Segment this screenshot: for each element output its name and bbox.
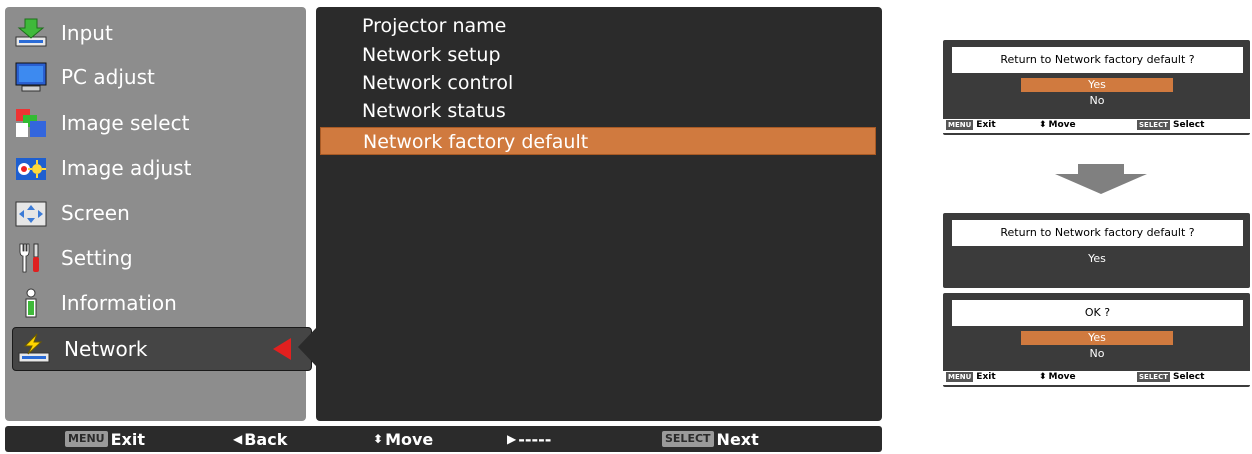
setting-icon [13,240,49,276]
menu-item-label: Screen [61,201,130,225]
menu-item-image-adjust[interactable]: Image adjust [10,148,304,188]
up-down-arrow-icon: ⬍ [373,432,384,446]
pc-adjust-icon [13,59,49,95]
submenu-item-projector-name[interactable]: Projector name [362,12,506,40]
next-label: Next [716,429,759,449]
menu-item-screen[interactable]: Screen [10,193,304,233]
dialog-footer: MENU Exit ⬍ Move SELECT Select [943,119,1250,133]
footer-exit[interactable]: MENU Exit [946,120,996,130]
submenu-panel: Projector name Network setup Network con… [316,7,882,421]
exit-label: Exit [110,429,145,449]
dialog-title: Return to Network factory default ? [952,47,1243,73]
yes-option[interactable]: Yes [1021,331,1173,345]
submenu-item-network-factory-default[interactable]: Network factory default [320,127,876,155]
submenu-item-network-control[interactable]: Network control [362,69,513,97]
up-down-arrow-icon: ⬍ [1039,372,1047,382]
back-label: Back [244,429,288,449]
move-label: Move [385,429,434,449]
input-icon [13,15,49,51]
next-hint[interactable]: SELECT Next [662,429,759,449]
footer-move-label: Move [1048,120,1076,130]
submenu-item-network-status[interactable]: Network status [362,97,506,125]
image-select-icon [13,105,49,141]
move-hint: ⬍ Move [373,429,433,449]
back-hint[interactable]: ◀ Back [233,429,287,449]
menu-key-icon: MENU [946,120,974,130]
menu-item-label: Image adjust [61,156,192,180]
footer-exit-label: Exit [976,372,996,382]
footer-exit[interactable]: MENU Exit [946,372,996,382]
menu-key-icon: MENU [65,431,108,447]
ok-dialog: OK ? Yes No MENU Exit ⬍ Move SELECT Select [943,293,1250,387]
menu-item-label: Input [61,21,113,45]
select-key-icon: SELECT [1137,120,1170,130]
confirmed-dialog: Return to Network factory default ? Yes [943,213,1250,288]
footer-exit-label: Exit [976,120,996,130]
menu-item-pc-adjust[interactable]: PC adjust [10,57,304,97]
main-menu-panel: Input PC adjust Image select Image adjus… [5,7,312,421]
submenu-pointer-icon [298,328,316,366]
yes-option[interactable]: Yes [1021,78,1173,92]
menu-item-label: PC adjust [61,65,155,89]
select-key-icon: SELECT [1137,372,1170,382]
footer-move: ⬍ Move [1039,120,1076,130]
left-arrow-icon: ◀ [233,432,243,446]
dialog-title: OK ? [952,300,1243,326]
footer-select-label: Select [1172,120,1205,130]
down-arrow-icon [1055,164,1147,194]
menu-item-information[interactable]: Information [10,283,304,323]
right-placeholder: ----- [518,429,552,449]
information-icon [13,285,49,321]
selected-value: Yes [1088,252,1106,265]
dialog-footer: MENU Exit ⬍ Move SELECT Select [943,371,1250,385]
right-arrow-icon: ▶ [507,432,517,446]
right-hint: ▶ ----- [507,429,551,449]
menu-key-icon: MENU [946,372,974,382]
no-option[interactable]: No [1021,347,1173,361]
menu-item-label: Information [61,291,177,315]
footer-select[interactable]: SELECT Select [1137,120,1204,130]
no-option[interactable]: No [1021,94,1173,108]
dialog-title: Return to Network factory default ? [952,220,1243,246]
menu-item-label: Network [64,337,148,361]
footer-select-label: Select [1172,372,1205,382]
up-down-arrow-icon: ⬍ [1039,120,1047,130]
menu-item-label: Image select [61,111,190,135]
menu-item-network[interactable]: Network [12,327,312,371]
exit-hint[interactable]: MENU Exit [65,429,145,449]
menu-item-image-select[interactable]: Image select [10,103,304,143]
factory-default-dialog: Return to Network factory default ? Yes … [943,40,1250,135]
screen-icon [13,195,49,231]
menu-item-setting[interactable]: Setting [10,238,304,278]
network-icon [16,331,52,367]
footer-select[interactable]: SELECT Select [1137,372,1204,382]
selection-arrow-icon [273,338,291,360]
select-key-icon: SELECT [662,431,714,447]
menu-item-input[interactable]: Input [10,13,304,53]
bottom-guide-bar: MENU Exit ◀ Back ⬍ Move ▶ ----- SELECT N… [5,426,882,452]
image-adjust-icon [13,150,49,186]
footer-move-label: Move [1048,372,1076,382]
footer-move: ⬍ Move [1039,372,1076,382]
submenu-item-network-setup[interactable]: Network setup [362,41,501,69]
menu-item-label: Setting [61,246,133,270]
